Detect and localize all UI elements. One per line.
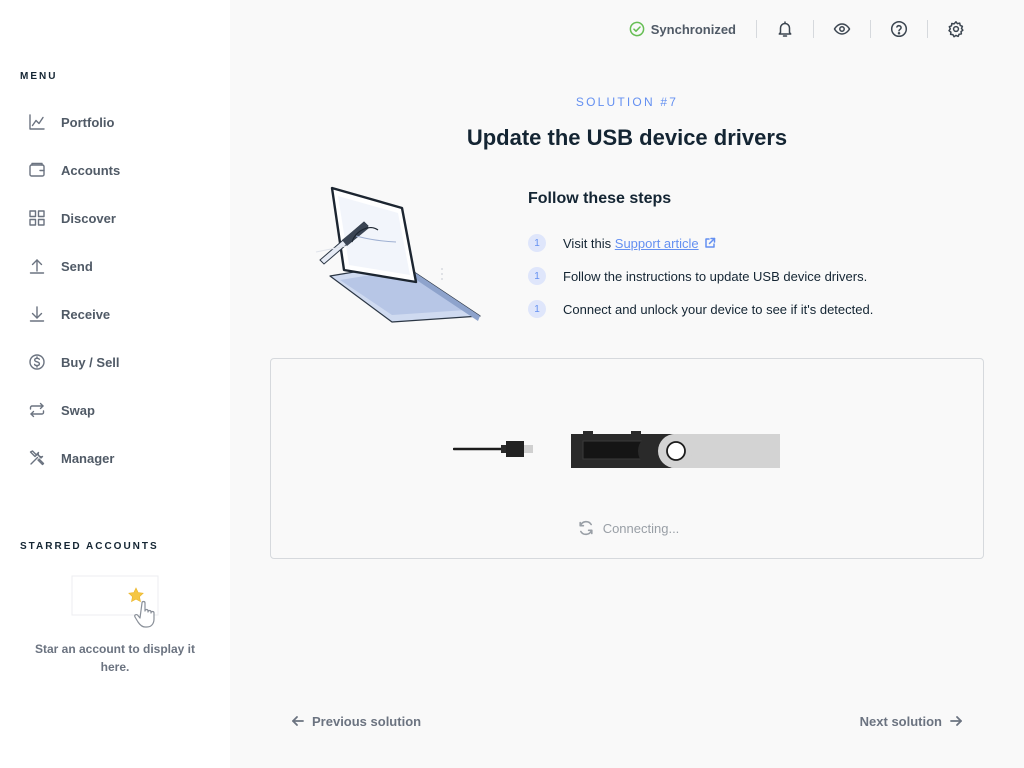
laptop-usb-illustration	[315, 186, 481, 323]
arrow-up-icon	[20, 256, 56, 276]
step-number: 1	[528, 300, 546, 318]
chart-line-icon	[20, 112, 56, 132]
sidebar-item-label: Swap	[61, 402, 95, 418]
usb-device-illustration	[453, 431, 780, 468]
sync-status[interactable]: Synchronized	[629, 21, 756, 37]
next-solution-label: Next solution	[859, 713, 942, 729]
step-text: Visit this	[563, 235, 615, 251]
dollar-coin-icon	[20, 352, 56, 372]
steps-title: Follow these steps	[528, 190, 672, 207]
step-item: 1 Follow the instructions to update USB …	[528, 267, 867, 285]
help-icon	[890, 20, 908, 38]
sidebar-item-label: Send	[61, 258, 93, 274]
swap-icon	[20, 400, 56, 420]
step-number: 1	[528, 234, 546, 252]
external-link-icon[interactable]	[704, 237, 716, 249]
eye-icon	[833, 23, 851, 35]
menu-title: MENU	[20, 71, 58, 82]
next-solution-button[interactable]: Next solution	[860, 710, 963, 732]
discreet-mode-button[interactable]	[814, 14, 870, 44]
sidebar-item-label: Portfolio	[61, 114, 115, 130]
bell-icon	[778, 21, 792, 37]
arrow-left-icon	[292, 716, 304, 726]
tools-icon	[20, 448, 56, 468]
connecting-status: Connecting...	[271, 519, 985, 537]
sidebar-item-label: Discover	[61, 210, 116, 226]
previous-solution-button[interactable]: Previous solution	[291, 710, 421, 732]
starred-empty-text: Star an account to display it here.	[34, 642, 196, 674]
step-item: 1 Connect and unlock your device to see …	[528, 300, 873, 318]
sidebar-item-label: Accounts	[61, 162, 121, 178]
step-text: Connect and unlock your device to see if…	[563, 301, 874, 317]
sidebar-item-manager[interactable]: Manager	[20, 438, 220, 478]
topbar: Synchronized	[629, 14, 984, 44]
settings-button[interactable]	[928, 14, 984, 44]
arrow-right-icon	[950, 716, 962, 726]
sidebar-item-label: Manager	[61, 450, 115, 466]
sidebar-item-buy-sell[interactable]: Buy / Sell	[20, 342, 220, 382]
connecting-label: Connecting...	[602, 520, 680, 536]
help-button[interactable]	[871, 14, 927, 44]
loading-icon	[579, 520, 593, 536]
sidebar-item-discover[interactable]: Discover	[20, 198, 220, 238]
sidebar-item-send[interactable]: Send	[20, 246, 220, 286]
page-title: Update the USB device drivers	[466, 125, 788, 150]
device-connection-panel: Connecting...	[270, 358, 984, 559]
starred-accounts-title: STARRED ACCOUNTS	[20, 541, 159, 552]
step-item: 1 Visit this Support article	[528, 234, 716, 252]
notifications-button[interactable]	[757, 14, 813, 44]
grid-icon	[20, 208, 56, 228]
step-text: Follow the instructions to update USB de…	[563, 268, 868, 284]
sidebar-item-label: Buy / Sell	[61, 354, 120, 370]
solution-label: SOLUTION #7	[575, 95, 679, 109]
support-article-link[interactable]: Support article	[615, 236, 699, 251]
sync-status-label: Synchronized	[650, 21, 736, 37]
check-circle-icon	[629, 21, 645, 37]
sidebar-item-accounts[interactable]: Accounts	[20, 150, 220, 190]
step-number: 1	[528, 267, 546, 285]
sidebar-item-label: Receive	[61, 306, 111, 322]
sidebar-item-swap[interactable]: Swap	[20, 390, 220, 430]
sidebar: MENU Portfolio Accounts Discover Send Re…	[0, 0, 230, 768]
arrow-down-icon	[20, 304, 56, 324]
sidebar-item-portfolio[interactable]: Portfolio	[20, 102, 220, 142]
starred-empty-illustration	[71, 575, 159, 628]
previous-solution-label: Previous solution	[312, 713, 422, 729]
settings-icon	[948, 21, 964, 38]
sidebar-item-receive[interactable]: Receive	[20, 294, 220, 334]
wallet-icon	[20, 160, 56, 180]
